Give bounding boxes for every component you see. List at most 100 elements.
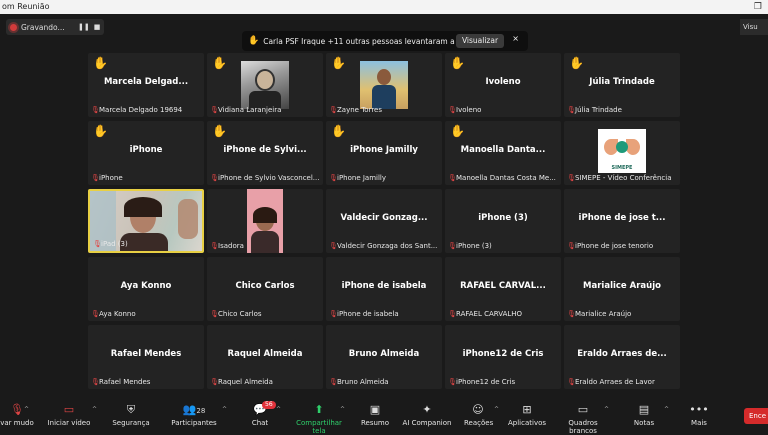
mic-muted-icon: 🎙 <box>329 242 338 250</box>
participant-display-name: Raquel Almeida <box>218 378 273 386</box>
restore-window-icon[interactable]: ❐ <box>754 0 762 14</box>
whiteboards-label: Quadros brancos <box>568 419 598 435</box>
view-mode-button[interactable]: Visu <box>740 19 768 35</box>
apps-icon: ⊞ <box>522 403 532 416</box>
participant-tile[interactable]: 🎙Isadora <box>207 189 323 253</box>
participant-photo <box>360 61 408 109</box>
chat-unread-badge: 56 <box>262 401 276 409</box>
participant-name: iPhone de Sylvi... <box>223 145 307 155</box>
participant-footer: 🎙iPhone de isabela <box>329 310 439 319</box>
end-meeting-button[interactable]: Ence <box>744 408 768 424</box>
participant-footer: 🎙iPhone12 de Cris <box>448 378 558 387</box>
participant-name: iPhone Jamilly <box>350 145 418 155</box>
participant-footer: 🎙iPhone (3) <box>448 242 558 251</box>
mic-muted-icon: 🎙 <box>567 310 576 318</box>
participant-tile[interactable]: ✋ iPhone 🎙iPhone <box>88 121 204 185</box>
participant-tile[interactable]: ✋ Júlia Trindade 🎙Júlia Trindade <box>564 53 680 117</box>
more-icon: ••• <box>689 403 709 416</box>
participant-tile[interactable]: Marialice Araújo 🎙Marialice Araújo <box>564 257 680 321</box>
participant-name: Raquel Almeida <box>227 349 303 359</box>
participant-name: Bruno Almeida <box>348 349 420 359</box>
participant-footer: 🎙iPhone de jose tenorio <box>567 242 677 251</box>
participant-display-name: SIMEPE - Vídeo Conferência <box>575 174 672 182</box>
apps-button[interactable]: ⊞ Aplicativos <box>508 403 546 427</box>
whiteboards-options-caret[interactable]: ^ <box>604 406 609 413</box>
start-video-button[interactable]: ▭ Iniciar vídeo <box>46 403 92 427</box>
participants-icon: 👥28 <box>182 403 206 416</box>
shield-icon: ⛨ <box>126 403 136 416</box>
participants-button[interactable]: 👥28 Participantes <box>170 403 218 427</box>
reactions-options-caret[interactable]: ^ <box>494 406 499 413</box>
mic-muted-icon: 🎙 <box>210 174 219 182</box>
participant-name: RAFAEL CARVAL... <box>460 281 546 291</box>
mic-muted-icon: 🎙 <box>567 378 576 386</box>
mic-muted-icon: 🎙 <box>210 378 219 386</box>
raised-hand-icon: ✋ <box>331 56 346 70</box>
raised-hand-icon: ✋ <box>212 124 227 138</box>
more-button[interactable]: ••• Mais <box>688 403 710 427</box>
video-options-caret[interactable]: ^ <box>92 406 97 413</box>
participant-display-name: Ivoleno <box>456 106 482 114</box>
whiteboards-button[interactable]: ▭ Quadros brancos <box>556 403 610 435</box>
video-off-icon: ▭ <box>63 403 75 416</box>
participant-footer: 🎙Ivoleno <box>448 106 558 115</box>
participant-tile[interactable]: Raquel Almeida 🎙Raquel Almeida <box>207 325 323 389</box>
notes-label: Notas <box>633 419 655 427</box>
participant-tile[interactable]: Bruno Almeida 🎙Bruno Almeida <box>326 325 442 389</box>
participant-tile[interactable]: ✋ iPhone Jamilly 🎙iPhone Jamilly <box>326 121 442 185</box>
mute-options-caret[interactable]: ^ <box>24 406 29 413</box>
mic-muted-icon: 🎙 <box>91 106 100 114</box>
reactions-button[interactable]: ☺ Reações <box>464 403 493 427</box>
participant-display-name: Rafael Mendes <box>99 378 151 386</box>
share-options-caret[interactable]: ^ <box>340 406 345 413</box>
raised-hand-icon: ✋ <box>450 124 465 138</box>
security-button[interactable]: ⛨ Segurança <box>110 403 152 427</box>
raised-hand-icon: ✋ <box>450 56 465 70</box>
start-video-label: Iniciar vídeo <box>47 419 91 427</box>
participant-tile[interactable]: Valdecir Gonzag... 🎙Valdecir Gonzaga dos … <box>326 189 442 253</box>
participant-tile[interactable]: iPhone12 de Cris 🎙iPhone12 de Cris <box>445 325 561 389</box>
participant-display-name: Bruno Almeida <box>337 378 389 386</box>
participant-tile[interactable]: Rafael Mendes 🎙Rafael Mendes <box>88 325 204 389</box>
participant-tile[interactable]: ✋ Marcela Delgad... 🎙Marcela Delgado 19694 <box>88 53 204 117</box>
participant-tile[interactable]: ✋ Ivoleno 🎙Ivoleno <box>445 53 561 117</box>
participant-tile[interactable]: ✋ Manoella Danta... 🎙Manoella Dantas Costa… <box>445 121 561 185</box>
participant-tile[interactable]: ✋ iPhone de Sylvi... 🎙iPhone de Sylvio Vas… <box>207 121 323 185</box>
participant-display-name: iPhone de isabela <box>337 310 399 318</box>
participant-tile[interactable]: iPhone (3) 🎙iPhone (3) <box>445 189 561 253</box>
participant-tile[interactable]: 🎙iPad (3) <box>88 189 204 253</box>
participant-tile[interactable]: SIMEPE 🎙SIMEPE - Vídeo Conferência <box>564 121 680 185</box>
mic-muted-icon: 🎙 <box>448 106 457 114</box>
participant-tile[interactable]: RAFAEL CARVAL... 🎙RAFAEL CARVALHO <box>445 257 561 321</box>
participant-display-name: iPad (3) <box>101 240 128 248</box>
participant-tile[interactable]: Chico Carlos 🎙Chico Carlos <box>207 257 323 321</box>
participant-tile[interactable]: iPhone de isabela 🎙iPhone de isabela <box>326 257 442 321</box>
participants-options-caret[interactable]: ^ <box>222 406 227 413</box>
participant-tile[interactable]: Aya Konno 🎙Aya Konno <box>88 257 204 321</box>
view-mode-label: Visu <box>743 23 758 31</box>
participant-footer: 🎙Valdecir Gonzaga dos Sant... <box>329 242 439 251</box>
share-screen-label: Compartilhar tela <box>296 419 342 435</box>
participant-tile[interactable]: ✋ 🎙Vidiana Laranjeira <box>207 53 323 117</box>
view-raised-hands-button[interactable]: Visualizar <box>456 34 504 48</box>
participant-footer: 🎙RAFAEL CARVALHO <box>448 310 558 319</box>
participant-tile[interactable]: Eraldo Arraes de... 🎙Eraldo Arraes de Lav… <box>564 325 680 389</box>
participant-tile[interactable]: iPhone de jose t... 🎙iPhone de jose tenor… <box>564 189 680 253</box>
participant-photo <box>241 61 289 109</box>
participant-display-name: iPhone Jamilly <box>337 174 387 182</box>
notes-options-caret[interactable]: ^ <box>664 406 669 413</box>
participant-footer: 🎙iPhone Jamilly <box>329 174 439 183</box>
participant-tile[interactable]: ✋ 🎙Zayne Torres <box>326 53 442 117</box>
participant-display-name: Eraldo Arraes de Lavor <box>575 378 655 386</box>
summary-button[interactable]: ▣ Resumo <box>360 403 390 427</box>
notes-button[interactable]: ▤ Notas <box>632 403 656 427</box>
participant-name: Valdecir Gonzag... <box>340 213 428 223</box>
ai-companion-button[interactable]: ✦ AI Companion <box>402 403 452 427</box>
simepe-logo: SIMEPE <box>598 129 646 173</box>
chat-button[interactable]: 💬 Chat 56 <box>246 401 276 427</box>
chat-options-caret[interactable]: ^ <box>276 406 281 413</box>
stop-icon[interactable]: ■ <box>92 22 102 32</box>
close-icon[interactable]: × <box>512 34 519 43</box>
mic-muted-icon: 🎙 <box>91 378 100 386</box>
pause-icon[interactable]: ❚❚ <box>78 22 90 32</box>
